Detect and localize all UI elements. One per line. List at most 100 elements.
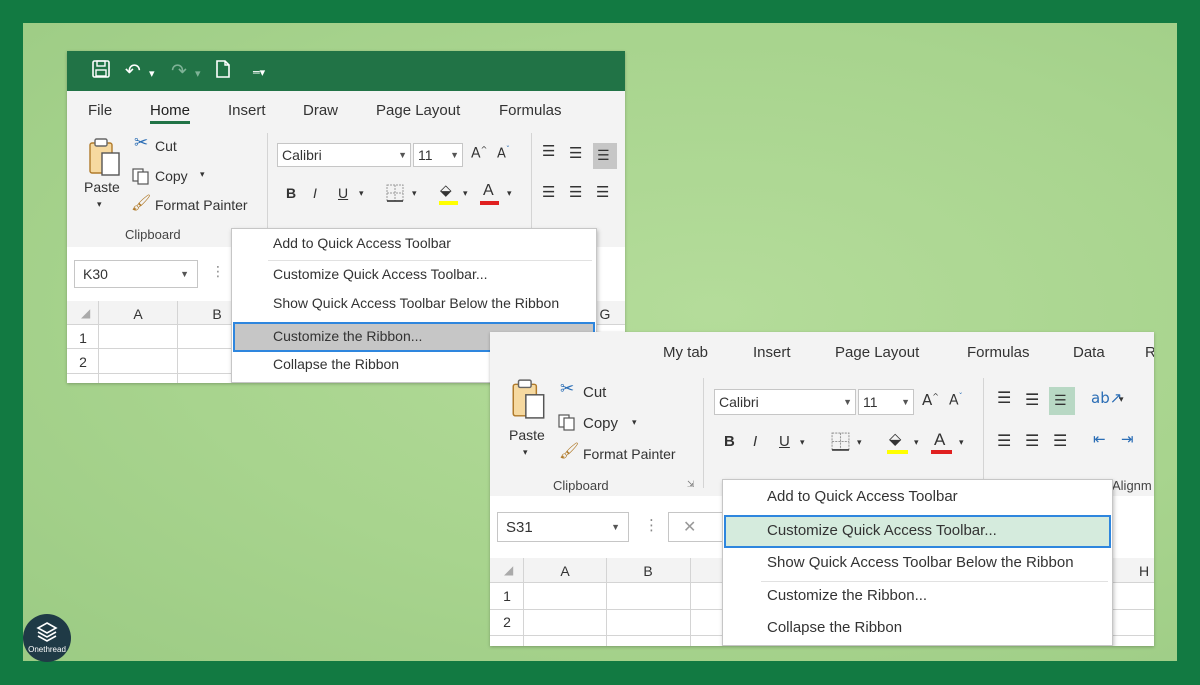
align-top-icon[interactable]: ☰: [542, 144, 555, 159]
font-name-combo[interactable]: Calibri ▼: [277, 143, 411, 167]
decrease-font-size-icon[interactable]: Aˇ: [497, 146, 510, 161]
menu-item-collapse-ribbon[interactable]: Collapse the Ribbon: [723, 619, 1112, 643]
paste-icon[interactable]: [87, 137, 123, 180]
column-header-a[interactable]: A: [524, 563, 606, 579]
underline-dropdown-icon[interactable]: ▾: [359, 190, 364, 199]
cut-label[interactable]: Cut: [583, 384, 606, 401]
italic-button[interactable]: I: [753, 433, 757, 450]
undo-dropdown-icon[interactable]: ▾: [149, 62, 155, 86]
fill-color-icon[interactable]: ⬙: [440, 183, 452, 198]
format-painter-label[interactable]: Format Painter: [155, 197, 248, 213]
format-painter-label[interactable]: Format Painter: [583, 446, 676, 462]
align-bottom-icon[interactable]: ☰: [1049, 387, 1075, 415]
name-box[interactable]: K30 ▼: [74, 260, 198, 288]
font-size-combo[interactable]: 11 ▼: [413, 143, 463, 167]
align-bottom-icon[interactable]: ☰: [593, 143, 617, 169]
fill-color-dropdown-icon[interactable]: ▾: [463, 190, 468, 199]
menu-item-show-qat-below[interactable]: Show Quick Access Toolbar Below the Ribb…: [723, 554, 1112, 578]
align-right-icon[interactable]: ☰: [1053, 433, 1067, 449]
select-all-icon[interactable]: ◢: [81, 307, 90, 319]
new-document-icon[interactable]: [214, 59, 232, 85]
column-header-g[interactable]: G: [595, 306, 615, 322]
font-name-combo[interactable]: Calibri ▼: [714, 389, 856, 415]
menu-item-add-to-qat[interactable]: Add to Quick Access Toolbar: [723, 488, 1112, 512]
paste-dropdown-icon[interactable]: ▾: [523, 449, 528, 458]
tab-my-tab[interactable]: My tab: [663, 344, 708, 361]
tab-formulas[interactable]: Formulas: [499, 102, 562, 119]
font-color-button[interactable]: A: [934, 430, 945, 450]
tab-formulas[interactable]: Formulas: [967, 344, 1030, 361]
tab-overflow[interactable]: R: [1145, 344, 1154, 361]
dialog-launcher-icon[interactable]: ⇲: [687, 481, 695, 490]
menu-item-customize-qat[interactable]: Customize Quick Access Toolbar...: [232, 266, 596, 288]
tab-file[interactable]: File: [88, 102, 112, 119]
copy-label[interactable]: Copy: [583, 415, 618, 432]
menu-item-customize-qat[interactable]: Customize Quick Access Toolbar...: [724, 515, 1111, 548]
underline-button[interactable]: U: [338, 185, 348, 201]
menu-item-customize-ribbon[interactable]: Customize the Ribbon...: [723, 587, 1112, 611]
copy-dropdown-icon[interactable]: ▾: [200, 171, 205, 180]
underline-dropdown-icon[interactable]: ▾: [800, 439, 805, 448]
redo-dropdown-icon[interactable]: ▾: [195, 62, 201, 86]
format-painter-icon[interactable]: 🖌: [131, 195, 151, 211]
row-header-2[interactable]: 2: [496, 614, 518, 630]
save-icon[interactable]: [91, 59, 111, 85]
align-right-icon[interactable]: ☰: [596, 185, 609, 200]
tab-insert[interactable]: Insert: [753, 344, 791, 361]
tab-home[interactable]: Home: [150, 102, 191, 124]
bold-button[interactable]: B: [724, 433, 735, 450]
column-header-b[interactable]: B: [607, 563, 689, 579]
borders-dropdown-icon[interactable]: ▾: [412, 190, 417, 199]
tab-page-layout[interactable]: Page Layout: [376, 102, 460, 119]
cancel-entry-button[interactable]: ✕: [668, 512, 728, 542]
undo-icon[interactable]: ↶: [125, 59, 141, 83]
select-all-icon[interactable]: ◢: [504, 564, 513, 576]
row-header-1[interactable]: 1: [496, 588, 518, 604]
customize-qat-icon[interactable]: ═▾: [253, 61, 265, 85]
decrease-indent-icon[interactable]: ⇤: [1093, 432, 1106, 447]
tab-page-layout[interactable]: Page Layout: [835, 344, 919, 361]
align-top-icon[interactable]: ☰: [997, 390, 1011, 406]
align-center-icon[interactable]: ☰: [1025, 433, 1039, 449]
format-painter-icon[interactable]: 🖌: [559, 443, 579, 459]
copy-dropdown-icon[interactable]: ▾: [632, 419, 637, 428]
increase-font-size-icon[interactable]: A^: [471, 146, 487, 161]
copy-icon[interactable]: [131, 167, 151, 188]
borders-icon[interactable]: [831, 432, 850, 454]
copy-icon[interactable]: [557, 413, 577, 434]
tab-data[interactable]: Data: [1073, 344, 1105, 361]
tab-draw[interactable]: Draw: [303, 102, 338, 119]
align-middle-icon[interactable]: ☰: [1025, 392, 1039, 408]
align-left-icon[interactable]: ☰: [997, 433, 1011, 449]
font-color-dropdown-icon[interactable]: ▾: [507, 190, 512, 199]
borders-icon[interactable]: [386, 184, 404, 205]
font-color-button[interactable]: A: [483, 182, 494, 200]
bold-button[interactable]: B: [286, 185, 296, 201]
paste-dropdown-icon[interactable]: ▾: [97, 201, 102, 210]
align-center-icon[interactable]: ☰: [569, 185, 582, 200]
font-size-combo[interactable]: 11 ▼: [858, 389, 914, 415]
name-box[interactable]: S31 ▼: [497, 512, 629, 542]
underline-button[interactable]: U: [779, 433, 790, 450]
tab-insert[interactable]: Insert: [228, 102, 266, 119]
orientation-dropdown-icon[interactable]: ▾: [1119, 396, 1124, 405]
borders-dropdown-icon[interactable]: ▾: [857, 439, 862, 448]
decrease-font-size-icon[interactable]: Aˇ: [949, 393, 963, 408]
cut-icon[interactable]: ✂: [560, 381, 574, 398]
font-color-dropdown-icon[interactable]: ▾: [959, 439, 964, 448]
paste-icon[interactable]: [510, 378, 548, 423]
paste-label[interactable]: Paste: [84, 179, 120, 195]
paste-label[interactable]: Paste: [509, 427, 545, 443]
menu-item-add-to-qat[interactable]: Add to Quick Access Toolbar: [232, 235, 596, 257]
row-header-1[interactable]: 1: [73, 330, 93, 346]
cut-label[interactable]: Cut: [155, 138, 177, 154]
column-header-a[interactable]: A: [99, 306, 177, 322]
menu-item-show-qat-below[interactable]: Show Quick Access Toolbar Below the Ribb…: [232, 295, 596, 317]
align-middle-icon[interactable]: ☰: [569, 146, 582, 161]
orientation-icon[interactable]: ab↗: [1091, 391, 1122, 406]
align-left-icon[interactable]: ☰: [542, 185, 555, 200]
copy-label[interactable]: Copy: [155, 168, 188, 184]
fill-color-icon[interactable]: ⬙: [889, 431, 901, 447]
redo-icon[interactable]: ↷: [171, 59, 187, 83]
italic-button[interactable]: I: [313, 185, 317, 201]
